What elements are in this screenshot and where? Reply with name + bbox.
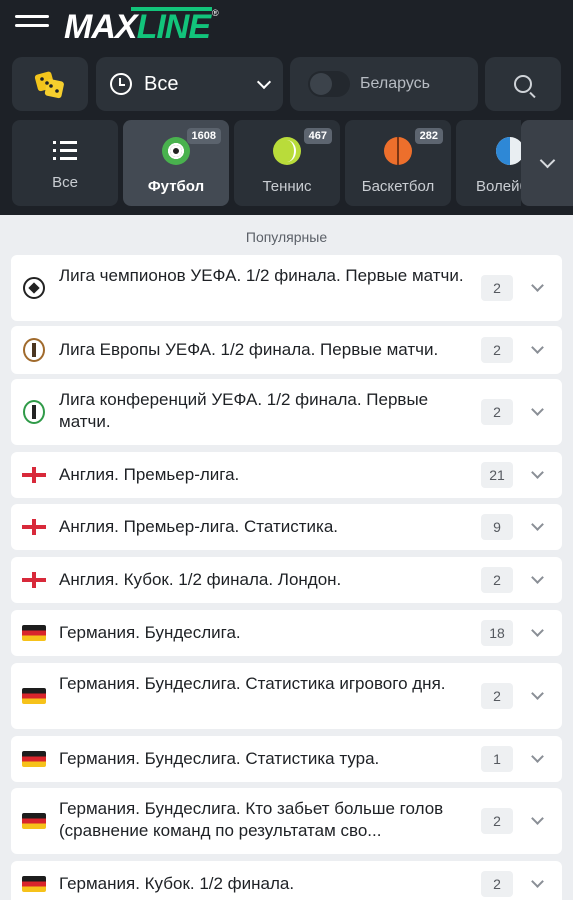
league-row[interactable]: Германия. Бундеслига. Кто забьет больше … bbox=[11, 788, 562, 854]
chevron-down-icon bbox=[531, 466, 544, 479]
germany-flag-icon bbox=[22, 684, 46, 708]
volleyball-icon bbox=[496, 137, 521, 165]
chevron-down-icon bbox=[531, 624, 544, 637]
league-row[interactable]: Лига чемпионов УЕФА. 1/2 финала. Первые … bbox=[11, 255, 562, 321]
dice-icon bbox=[34, 71, 64, 99]
germany-flag-icon bbox=[22, 809, 46, 833]
logo[interactable]: MAX LINE ® bbox=[64, 4, 219, 44]
clock-icon bbox=[110, 73, 132, 95]
league-row[interactable]: Лига конференций УЕФА. 1/2 финала. Первы… bbox=[11, 379, 562, 445]
league-row[interactable]: Лига Европы УЕФА. 1/2 финала. Первые мат… bbox=[11, 326, 562, 374]
chevron-down-icon bbox=[531, 750, 544, 763]
list-icon bbox=[53, 141, 77, 161]
search-icon bbox=[514, 75, 532, 93]
top-bar: MAX LINE ® Все Беларусь Все 1608 Футбол … bbox=[0, 0, 573, 215]
search-button[interactable] bbox=[485, 57, 561, 111]
league-row[interactable]: Германия. Кубок. 1/2 финала. 2 bbox=[11, 861, 562, 900]
sport-tab-volleyball[interactable]: Волейбол bbox=[456, 120, 521, 206]
league-row[interactable]: Германия. Бундеслига. Статистика игровог… bbox=[11, 663, 562, 729]
germany-flag-icon bbox=[22, 872, 46, 896]
england-flag-icon bbox=[22, 515, 46, 539]
chevron-down-icon bbox=[256, 74, 272, 89]
sport-tab-all[interactable]: Все bbox=[12, 120, 118, 206]
league-row[interactable]: Англия. Премьер-лига. 21 bbox=[11, 452, 562, 498]
league-row[interactable]: Англия. Премьер-лига. Статистика. 9 bbox=[11, 504, 562, 550]
more-sports-button[interactable] bbox=[521, 120, 573, 206]
sport-tab-basketball[interactable]: 282 Баскетбол bbox=[345, 120, 451, 206]
league-row[interactable]: Англия. Кубок. 1/2 финала. Лондон. 2 bbox=[11, 557, 562, 603]
europa-league-icon bbox=[22, 338, 46, 362]
conference-league-icon bbox=[22, 400, 46, 424]
chevron-down-icon bbox=[531, 687, 544, 700]
sport-count-badge: 1608 bbox=[186, 128, 221, 144]
germany-flag-icon bbox=[22, 747, 46, 771]
football-icon bbox=[162, 137, 190, 165]
league-row[interactable]: Германия. Бундеслига. Статистика тура. 1 bbox=[11, 736, 562, 782]
england-flag-icon bbox=[22, 568, 46, 592]
tennis-icon bbox=[273, 137, 301, 165]
league-row[interactable]: Германия. Бундеслига. 18 bbox=[11, 610, 562, 656]
sport-count-badge: 467 bbox=[303, 128, 332, 144]
region-toggle[interactable]: Беларусь bbox=[290, 57, 478, 111]
sport-count-badge: 282 bbox=[414, 128, 443, 144]
chevron-down-icon bbox=[531, 341, 544, 354]
chevron-down-icon bbox=[531, 571, 544, 584]
random-bet-button[interactable] bbox=[12, 57, 88, 111]
toggle-switch[interactable] bbox=[308, 71, 350, 97]
section-title: Популярные bbox=[245, 229, 328, 245]
chevron-down-icon bbox=[531, 875, 544, 888]
germany-flag-icon bbox=[22, 621, 46, 645]
chevron-down-icon bbox=[531, 403, 544, 416]
menu-icon[interactable] bbox=[15, 15, 49, 31]
chevron-down-icon bbox=[539, 152, 555, 169]
champions-league-icon bbox=[22, 276, 46, 300]
time-filter-select[interactable]: Все bbox=[96, 57, 283, 111]
sport-tab-football[interactable]: 1608 Футбол bbox=[123, 120, 229, 206]
chevron-down-icon bbox=[531, 812, 544, 825]
chevron-down-icon bbox=[531, 279, 544, 292]
sport-tab-tennis[interactable]: 467 Теннис bbox=[234, 120, 340, 206]
basketball-icon bbox=[384, 137, 412, 165]
chevron-down-icon bbox=[531, 518, 544, 531]
england-flag-icon bbox=[22, 463, 46, 487]
